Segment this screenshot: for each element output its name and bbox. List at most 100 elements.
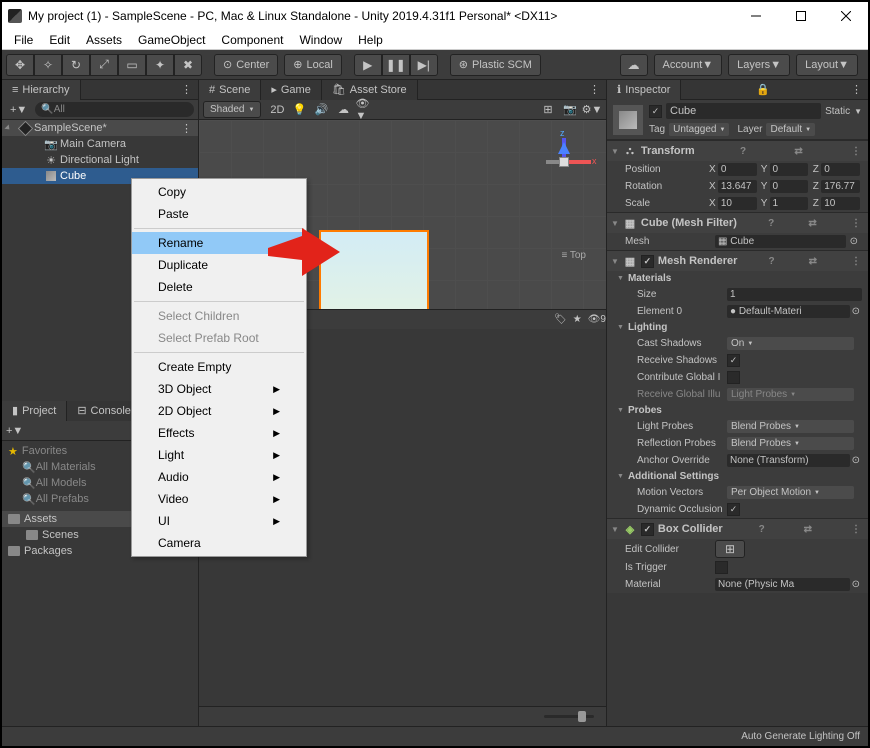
lighting-status[interactable]: Auto Generate Lighting Off <box>741 731 860 742</box>
account-dropdown[interactable]: Account ▼ <box>654 54 723 76</box>
scene-menu-button[interactable]: ⋮ <box>175 122 198 135</box>
mesh-renderer-enabled[interactable]: ✓ <box>641 255 654 268</box>
pos-z[interactable]: 0 <box>821 163 860 176</box>
menu-window[interactable]: Window <box>291 33 350 47</box>
ctx-light[interactable]: Light▶ <box>132 444 306 466</box>
ctx-effects[interactable]: Effects▶ <box>132 422 306 444</box>
step-button[interactable]: ▶| <box>410 54 438 76</box>
tab-inspector[interactable]: ℹInspector <box>607 80 681 100</box>
ctx-audio[interactable]: Audio▶ <box>132 466 306 488</box>
transform-reset[interactable]: ⇄ <box>791 146 805 157</box>
transform-tool-button[interactable]: ✦ <box>146 54 174 76</box>
hierarchy-create-button[interactable]: +▼ <box>6 104 31 116</box>
receive-shadows-checkbox[interactable]: ✓ <box>727 354 740 367</box>
anchor-override-field[interactable]: None (Transform) <box>727 454 850 467</box>
audio-toggle[interactable]: 🔊 <box>311 102 331 118</box>
scale-x[interactable]: 10 <box>718 197 757 210</box>
menu-component[interactable]: Component <box>213 33 291 47</box>
tab-project[interactable]: ▮Project <box>2 401 67 421</box>
menu-edit[interactable]: Edit <box>41 33 78 47</box>
edit-collider-button[interactable]: ⊞ <box>715 540 745 558</box>
custom-tool-button[interactable]: ✖ <box>174 54 202 76</box>
mesh-picker[interactable]: ⊙ <box>846 236 862 247</box>
orientation-gizmo[interactable]: z x <box>534 132 594 192</box>
menu-file[interactable]: File <box>6 33 41 47</box>
pivot-center-button[interactable]: ⊙Center <box>214 54 278 76</box>
lighting-header[interactable]: Lighting <box>607 320 868 335</box>
hierarchy-search-input[interactable]: 🔍 All <box>35 102 194 117</box>
rect-tool-button[interactable]: ▭ <box>118 54 146 76</box>
pos-x[interactable]: 0 <box>718 163 757 176</box>
camera-settings[interactable]: 📷 <box>560 102 580 118</box>
gameobject-name-field[interactable]: Cube <box>666 103 821 119</box>
menu-assets[interactable]: Assets <box>78 33 130 47</box>
ctx-3d-object[interactable]: 3D Object▶ <box>132 378 306 400</box>
project-zoom-slider[interactable] <box>544 715 594 718</box>
dynamic-occlusion-checkbox[interactable]: ✓ <box>727 503 740 516</box>
rot-x[interactable]: 13.647 <box>718 180 757 193</box>
static-dropdown[interactable]: ▼ <box>854 107 862 116</box>
gameobject-active-checkbox[interactable]: ✓ <box>649 105 662 118</box>
box-collider-enabled[interactable]: ✓ <box>641 523 654 536</box>
layer-dropdown[interactable]: Default <box>766 123 815 136</box>
probes-header[interactable]: Probes <box>607 403 868 418</box>
ctx-2d-object[interactable]: 2D Object▶ <box>132 400 306 422</box>
minimize-button[interactable] <box>733 2 778 30</box>
is-trigger-checkbox[interactable] <box>715 561 728 574</box>
hierarchy-menu-button[interactable]: ⋮ <box>175 83 198 96</box>
inspector-lock-button[interactable]: 🔒 <box>752 83 774 96</box>
play-button[interactable]: ▶ <box>354 54 382 76</box>
layout-dropdown[interactable]: Layout ▼ <box>796 54 858 76</box>
mesh-field[interactable]: ▦ Cube <box>715 235 846 248</box>
lighting-toggle[interactable]: 💡 <box>289 102 309 118</box>
gizmo-dropdown[interactable]: ⚙▼ <box>582 102 602 118</box>
layers-dropdown[interactable]: Layers ▼ <box>728 54 790 76</box>
tab-scene[interactable]: #Scene <box>199 80 261 100</box>
rotate-tool-button[interactable]: ↻ <box>62 54 90 76</box>
hierarchy-item-light[interactable]: ☀Directional Light <box>2 152 198 168</box>
hidden-toggle[interactable]: 👁▼ <box>355 102 375 118</box>
physic-material-field[interactable]: None (Physic Ma <box>715 578 850 591</box>
ctx-camera[interactable]: Camera <box>132 532 306 554</box>
materials-size[interactable]: 1 <box>727 288 862 301</box>
move-tool-button[interactable]: ✧ <box>34 54 62 76</box>
pivot-local-button[interactable]: ⊕Local <box>284 54 342 76</box>
transform-menu[interactable]: ⋮ <box>848 146 864 157</box>
motion-vectors-dropdown[interactable]: Per Object Motion <box>727 486 854 499</box>
fx-toggle[interactable]: ☁ <box>333 102 353 118</box>
inspector-menu-button[interactable]: ⋮ <box>845 83 868 96</box>
view-label[interactable]: Top <box>561 250 586 261</box>
cast-shadows-dropdown[interactable]: On <box>727 337 854 350</box>
contribute-gi-checkbox[interactable] <box>727 371 740 384</box>
hand-tool-button[interactable]: ✥ <box>6 54 34 76</box>
menu-gameobject[interactable]: GameObject <box>130 33 213 47</box>
gameobject-icon[interactable] <box>613 105 643 135</box>
project-hidden-button[interactable]: 👁9 <box>588 314 606 325</box>
ctx-video[interactable]: Video▶ <box>132 488 306 510</box>
scale-z[interactable]: 10 <box>821 197 860 210</box>
hierarchy-item-camera[interactable]: 📷Main Camera <box>2 136 198 152</box>
light-probes-dropdown[interactable]: Blend Probes <box>727 420 854 433</box>
scale-tool-button[interactable]: ⤢ <box>90 54 118 76</box>
reflection-probes-dropdown[interactable]: Blend Probes <box>727 437 854 450</box>
ctx-copy[interactable]: Copy <box>132 181 306 203</box>
project-filter-button[interactable]: 🏷 <box>554 314 567 325</box>
tab-hierarchy[interactable]: ≡Hierarchy <box>2 80 81 100</box>
material-element-0[interactable]: ● Default-Materi <box>727 305 850 318</box>
ctx-delete[interactable]: Delete <box>132 276 306 298</box>
additional-settings-header[interactable]: Additional Settings <box>607 469 868 484</box>
ctx-ui[interactable]: UI▶ <box>132 510 306 532</box>
rot-y[interactable]: 0 <box>770 180 809 193</box>
2d-toggle[interactable]: 2D <box>267 102 287 118</box>
plastic-scm-button[interactable]: ⊛Plastic SCM <box>450 54 541 76</box>
scene-tabs-menu[interactable]: ⋮ <box>583 83 606 96</box>
menu-help[interactable]: Help <box>350 33 391 47</box>
tab-game[interactable]: ▸Game <box>261 80 322 100</box>
rot-z[interactable]: 176.77 <box>821 180 860 193</box>
materials-header[interactable]: Materials <box>607 271 868 286</box>
scene-row[interactable]: SampleScene*⋮ <box>2 120 198 136</box>
close-button[interactable] <box>823 2 868 30</box>
gizmos-toggle[interactable]: ⊞ <box>538 102 558 118</box>
cloud-button[interactable]: ☁ <box>620 54 648 76</box>
ctx-paste[interactable]: Paste <box>132 203 306 225</box>
